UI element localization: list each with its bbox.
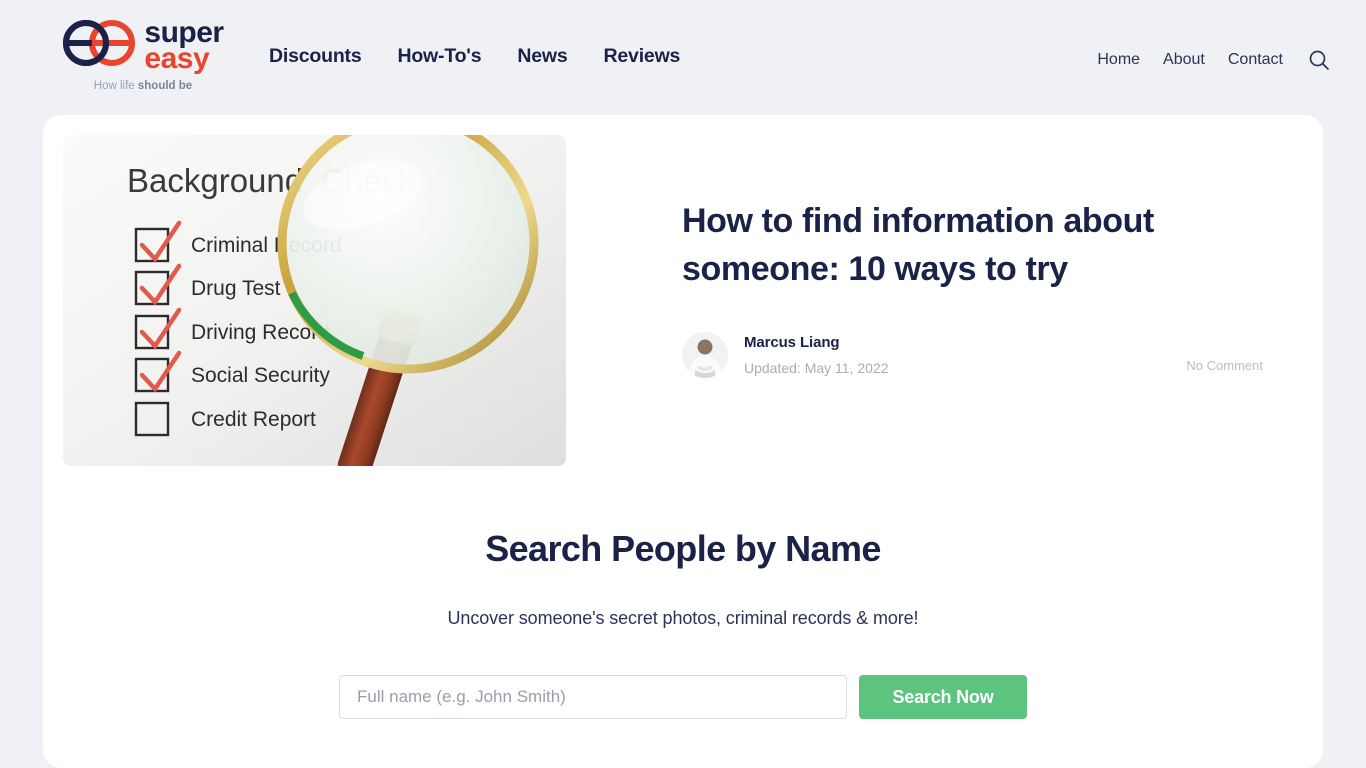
search-icon[interactable] (1306, 47, 1332, 73)
nav-item-contact[interactable]: Contact (1228, 51, 1283, 69)
nav-item-reviews[interactable]: Reviews (604, 45, 681, 68)
brand-logo[interactable]: super easy How life should be (43, 0, 243, 92)
brand-row: super easy (62, 18, 224, 75)
nav-item-about[interactable]: About (1163, 51, 1205, 69)
people-search-form: Search Now (43, 675, 1323, 719)
svg-text:Drug Test: Drug Test (191, 277, 281, 300)
comment-count[interactable]: No Comment (1186, 358, 1263, 378)
full-name-search-input[interactable] (339, 675, 847, 719)
search-section-subheading: Uncover someone's secret photos, crimina… (447, 608, 919, 628)
article-meta-column: How to find information about someone: 1… (566, 135, 1303, 466)
nav-item-discounts[interactable]: Discounts (269, 45, 362, 68)
brand-word-easy: easy (144, 41, 210, 75)
main-content-card: Background Check Criminal Re (43, 115, 1323, 768)
tagline-prefix: How life (93, 80, 138, 92)
svg-text:Credit Report: Credit Report (191, 408, 316, 431)
author-avatar (682, 331, 728, 378)
primary-navigation: Discounts How-To's News Reviews (269, 0, 680, 68)
nav-item-home[interactable]: Home (1097, 51, 1140, 69)
article-title: How to find information about someone: 1… (682, 202, 1154, 289)
updated-date: Updated: May 11, 2022 (744, 359, 889, 376)
people-search-section: Search People by Name Uncover someone's … (43, 466, 1323, 719)
secondary-navigation: Home About Contact (1097, 0, 1332, 73)
article-featured-image: Background Check Criminal Re (63, 135, 566, 466)
tagline-bold: should be (137, 80, 193, 92)
brand-tagline: How life should be (94, 80, 192, 92)
article-byline: Marcus Liang Updated: May 11, 2022 No Co… (682, 331, 1263, 378)
author-avatar-photo-icon (682, 331, 728, 378)
nav-item-news[interactable]: News (517, 45, 567, 68)
superreasy-double-e-logo-icon (62, 20, 136, 71)
svg-text:Background: Background (127, 162, 303, 199)
site-header: super easy How life should be Discounts … (0, 0, 1366, 115)
byline-text: Marcus Liang Updated: May 11, 2022 (744, 334, 889, 376)
svg-text:Social Security: Social Security (191, 364, 330, 387)
author-name[interactable]: Marcus Liang (744, 334, 840, 351)
search-now-button[interactable]: Search Now (859, 675, 1027, 719)
nav-item-how-tos[interactable]: How-To's (397, 45, 481, 68)
article-hero: Background Check Criminal Re (43, 115, 1323, 466)
search-section-heading: Search People by Name (485, 528, 881, 569)
background-check-illustration: Background Check Criminal Re (63, 135, 566, 466)
brand-wordmark: super easy (144, 18, 224, 75)
